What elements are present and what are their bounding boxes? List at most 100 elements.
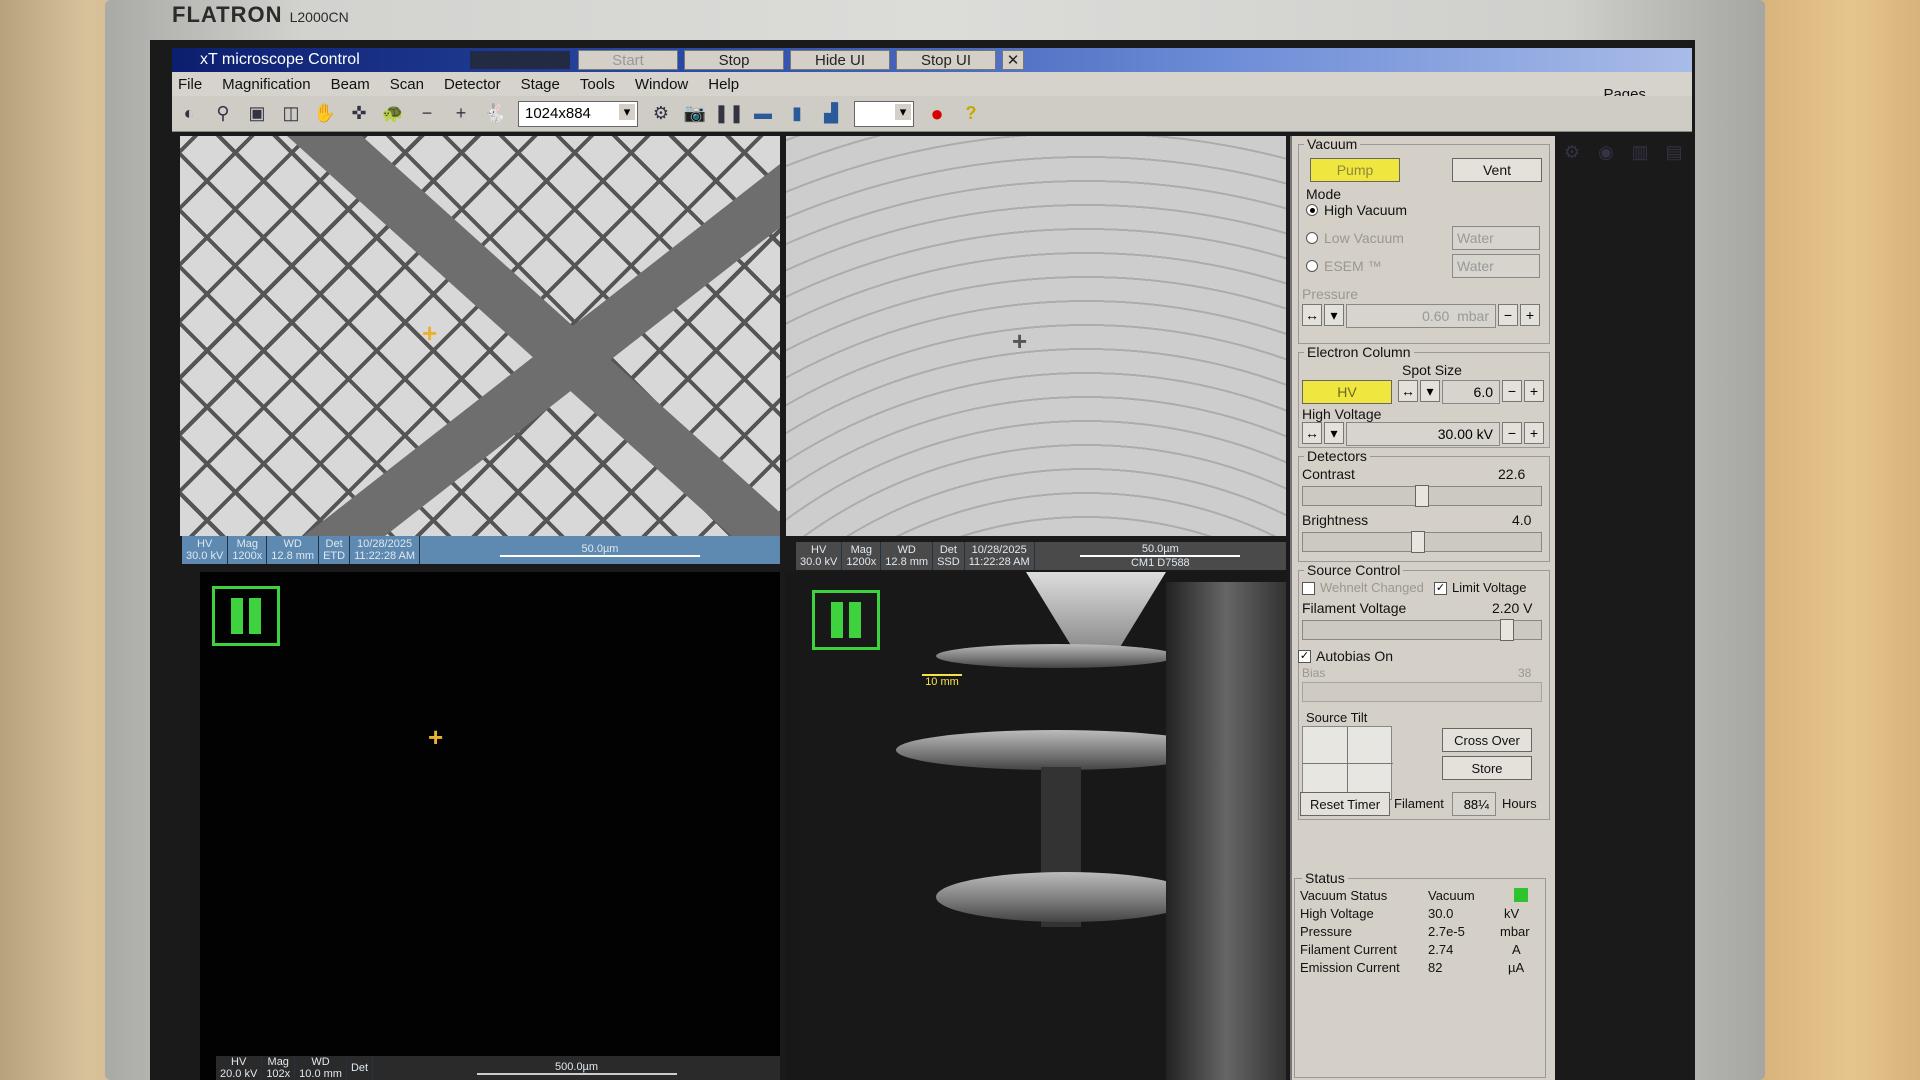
hv-minus-icon[interactable]: − <box>1502 422 1522 444</box>
plus-icon[interactable]: + <box>447 101 475 127</box>
pressure-arrows-icon[interactable]: ↔ <box>1302 304 1322 326</box>
stage-icon[interactable]: ✜ <box>345 101 373 127</box>
stop-button[interactable]: Stop <box>684 50 784 70</box>
water-select-2[interactable]: Water <box>1452 254 1540 278</box>
record-icon[interactable]: ● <box>923 101 951 127</box>
background-wall-right <box>1750 0 1920 1080</box>
menu-detector[interactable]: Detector <box>444 76 501 93</box>
hide-ui-button[interactable]: Hide UI <box>790 50 890 70</box>
pressure-minus-icon[interactable]: − <box>1498 304 1518 326</box>
databar-key: HV <box>811 544 827 556</box>
bias-slider[interactable] <box>1302 682 1542 702</box>
menu-help[interactable]: Help <box>708 76 739 93</box>
store-button[interactable]: Store <box>1442 756 1532 780</box>
page-tool-icons: ⚙ ◉ ▥ ▤ <box>1555 132 1695 172</box>
databar-key: Det <box>350 1062 369 1074</box>
pressure-value: 0.60 <box>1422 308 1450 324</box>
pressure-unit: mbar <box>1457 308 1489 324</box>
pump-button[interactable]: Pump <box>1310 158 1400 182</box>
crosshair-icon: + <box>428 722 444 752</box>
hare-icon[interactable]: 🐇 <box>481 101 509 127</box>
spot-arrows-icon[interactable]: ↔ <box>1398 380 1418 402</box>
model-name: L2000CN <box>289 9 349 25</box>
spot-minus-icon[interactable]: − <box>1502 380 1522 402</box>
menu-stage[interactable]: Stage <box>521 76 560 93</box>
sample-holder <box>936 644 1176 668</box>
high-voltage-field[interactable]: 30.00 kV <box>1346 422 1500 446</box>
filament-voltage-slider-thumb[interactable] <box>1500 619 1514 641</box>
resolution-select[interactable]: 1024x884 <box>518 100 638 127</box>
brightness-slider[interactable] <box>1302 531 1542 553</box>
contrast-icon[interactable]: ◐ <box>175 101 203 127</box>
snapshot-icon[interactable]: ⚙ <box>647 101 675 127</box>
esem-label: ESEM ™ <box>1324 258 1382 274</box>
filament-voltage-slider[interactable] <box>1302 619 1542 641</box>
autobias-checkbox[interactable]: ✓ <box>1298 650 1311 663</box>
esem-radio[interactable] <box>1306 260 1318 272</box>
turtle-icon[interactable]: 🐢 <box>379 101 407 127</box>
limit-voltage-checkbox[interactable]: ✓ <box>1434 582 1447 595</box>
databar-cell: HV 30.0 kV <box>182 536 229 564</box>
hv-button[interactable]: HV <box>1302 380 1392 404</box>
databar-cell: HV 20.0 kV <box>216 1056 263 1080</box>
brightness-slider-thumb[interactable] <box>1411 531 1425 553</box>
status-value: 82 <box>1428 960 1443 975</box>
pointer-icon[interactable]: ✋ <box>311 101 339 127</box>
document-page-icon[interactable]: ▤ <box>1660 139 1688 165</box>
menu-scan[interactable]: Scan <box>390 76 424 93</box>
spot-dropdown-icon[interactable]: ▾ <box>1420 380 1440 402</box>
image-quad-2[interactable]: + <box>786 136 1286 536</box>
menu-magnification[interactable]: Magnification <box>222 76 310 93</box>
pressure-plus-icon[interactable]: + <box>1520 304 1540 326</box>
pause-icon[interactable]: ❚❚ <box>714 101 744 127</box>
databar-key: 10/28/2025 <box>971 544 1027 556</box>
menu-beam[interactable]: Beam <box>331 76 370 93</box>
help-icon[interactable]: ? <box>957 101 985 127</box>
bars-icon[interactable]: ▟ <box>817 101 845 127</box>
stop-ui-button[interactable]: Stop UI <box>896 50 996 70</box>
empty-select[interactable] <box>854 100 914 127</box>
databar-quad-3: HV 20.0 kV Mag 102x WD 10.0 mm Det 500.0µm <box>216 1056 780 1080</box>
window-icon[interactable]: ◫ <box>277 101 305 127</box>
spot-size-field[interactable]: 6.0 <box>1442 380 1500 404</box>
spot-size-label: Spot Size <box>1402 362 1462 378</box>
contrast-slider-thumb[interactable] <box>1415 485 1429 507</box>
hv-dropdown-icon[interactable]: ▾ <box>1324 422 1344 444</box>
histogram-icon[interactable]: ▮ <box>783 101 811 127</box>
reset-timer-button[interactable]: Reset Timer <box>1300 792 1390 816</box>
hv-arrows-icon[interactable]: ↔ <box>1302 422 1322 444</box>
quad-view-icon[interactable]: ▬ <box>749 101 777 127</box>
status-unit: µA <box>1508 960 1525 975</box>
image-quad-4[interactable]: 10 mm <box>786 572 1286 1080</box>
pressure-field[interactable]: 0.60 mbar <box>1346 304 1496 328</box>
low-vacuum-radio[interactable] <box>1306 232 1318 244</box>
spot-plus-icon[interactable]: + <box>1524 380 1544 402</box>
pressure-dropdown-icon[interactable]: ▾ <box>1324 304 1344 326</box>
image-icon[interactable]: ▣ <box>243 101 271 127</box>
image-quad-3[interactable]: + <box>200 572 780 1080</box>
image-quad-1[interactable]: + <box>180 136 780 536</box>
contrast-slider[interactable] <box>1302 485 1542 507</box>
wehnelt-checkbox[interactable] <box>1302 582 1315 595</box>
menu-window[interactable]: Window <box>635 76 688 93</box>
menu-tools[interactable]: Tools <box>580 76 615 93</box>
hv-plus-icon[interactable]: + <box>1524 422 1544 444</box>
menu-file[interactable]: File <box>178 76 202 93</box>
databar-value: 12.8 mm <box>885 556 929 568</box>
vent-button[interactable]: Vent <box>1452 158 1542 182</box>
column-page-icon[interactable]: ▥ <box>1626 139 1654 165</box>
globe-page-icon[interactable]: ◉ <box>1592 139 1620 165</box>
scale-bar: 50.0µm <box>420 536 780 564</box>
camera-icon[interactable]: 📷 <box>681 101 709 127</box>
settings-page-icon[interactable]: ⚙ <box>1558 139 1586 165</box>
high-vacuum-radio[interactable] <box>1306 204 1318 216</box>
close-icon[interactable]: ✕ <box>1002 50 1024 70</box>
cross-over-button[interactable]: Cross Over <box>1442 728 1532 752</box>
source-tilt-pad[interactable] <box>1302 726 1393 801</box>
beam-icon[interactable]: ⚲ <box>209 101 237 127</box>
paused-icon[interactable] <box>812 590 880 650</box>
water-select-1[interactable]: Water <box>1452 226 1540 250</box>
paused-icon[interactable] <box>212 586 280 646</box>
minus-icon[interactable]: − <box>413 101 441 127</box>
start-button[interactable]: Start <box>578 50 678 70</box>
